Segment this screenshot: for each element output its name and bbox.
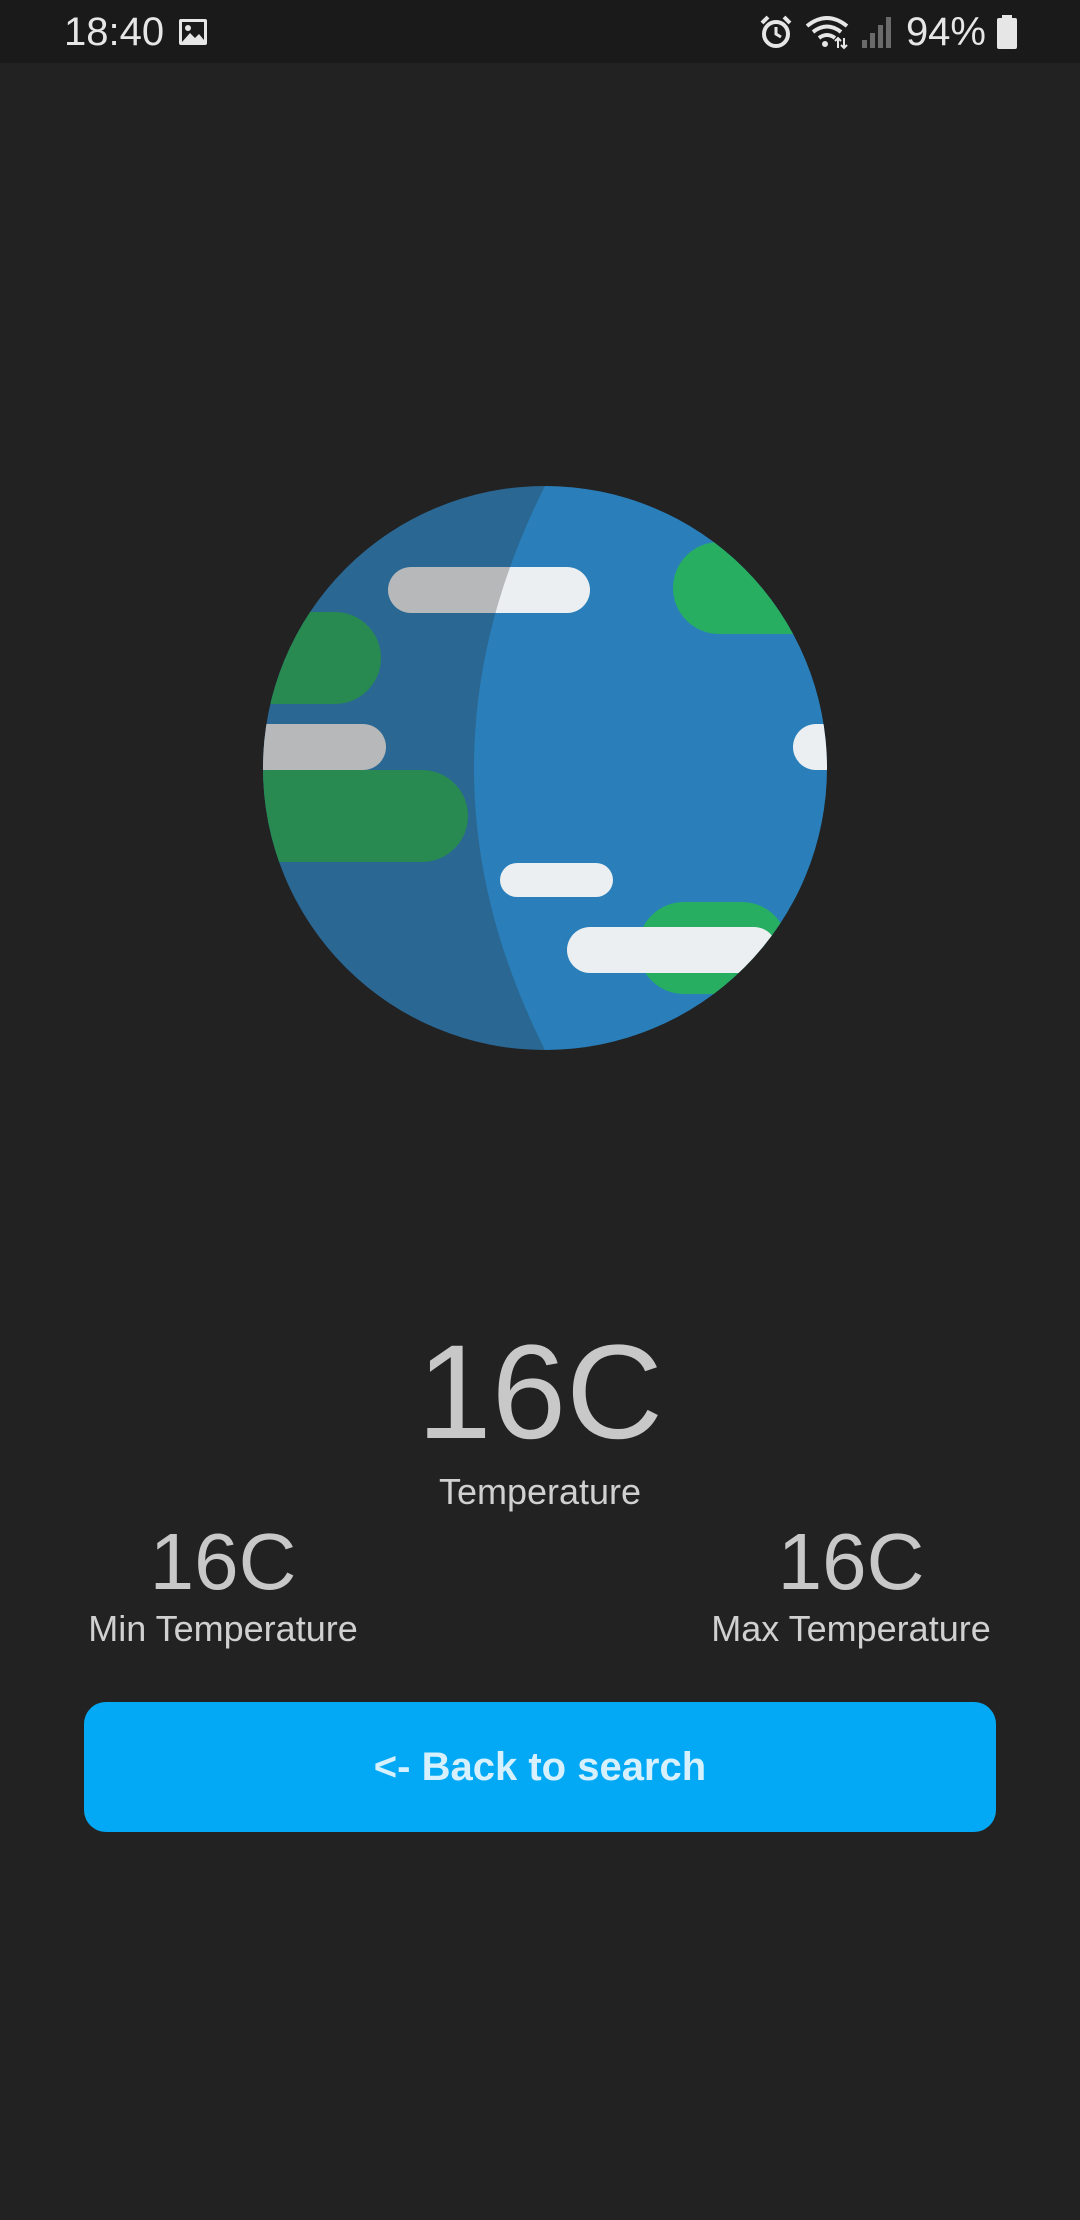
alarm-icon <box>760 15 792 48</box>
status-icons: 94% <box>748 12 1018 52</box>
battery-icon <box>997 15 1017 49</box>
cloud <box>500 863 613 897</box>
temperature-label: Temperature <box>438 1471 642 1512</box>
land-mass <box>673 542 827 634</box>
back-to-search-button[interactable]: <- Back to search <box>84 1702 996 1832</box>
earth-globe-icon <box>263 486 827 1050</box>
temperature-value: 16C <box>417 1318 663 1467</box>
status-bar: 18:40 94% <box>0 0 1080 63</box>
wifi-icon <box>805 16 849 50</box>
battery-percent: 94% <box>905 10 986 54</box>
weather-detail-screen: 18:40 94% 16C Temperature 16C Min Temper… <box>0 0 1080 2220</box>
max-temperature-label: Max Temperature <box>711 1608 991 1649</box>
min-temperature-value: 16C <box>149 1517 297 1606</box>
max-temperature-block: 16C Max Temperature <box>671 1516 1031 1650</box>
cloud <box>567 927 777 973</box>
status-time: 18:40 <box>64 10 165 54</box>
min-temperature-block: 16C Min Temperature <box>43 1516 403 1650</box>
signal-icon <box>861 17 891 48</box>
image-icon <box>179 19 207 45</box>
min-temperature-label: Min Temperature <box>88 1608 358 1649</box>
max-temperature-value: 16C <box>777 1517 925 1606</box>
